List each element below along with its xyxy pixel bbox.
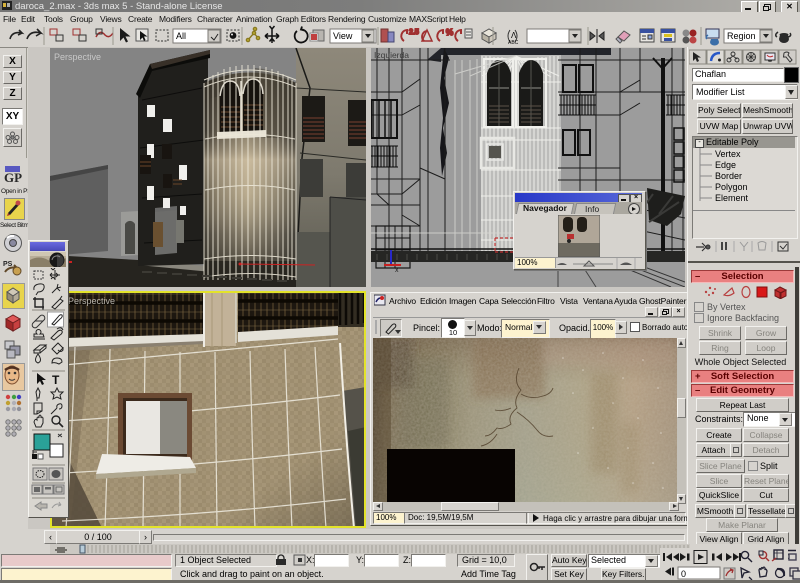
- svg-text:Border: Border: [715, 171, 742, 181]
- svg-text:2.5: 2.5: [409, 29, 419, 36]
- svg-text:0: 0: [681, 569, 686, 579]
- svg-text:ABC: ABC: [508, 40, 519, 46]
- svg-text:Element: Element: [715, 193, 749, 203]
- svg-text:Edge: Edge: [715, 160, 736, 170]
- svg-text:x: x: [395, 267, 399, 274]
- svg-text:View: View: [333, 31, 353, 41]
- svg-text:Izquierda: Izquierda: [374, 50, 409, 60]
- svg-text:GP: GP: [4, 170, 22, 184]
- svg-text:%: %: [446, 28, 453, 37]
- svg-text:Λ: Λ: [511, 31, 517, 40]
- svg-text:All: All: [176, 31, 186, 41]
- svg-text:T: T: [52, 373, 60, 387]
- svg-text:Region: Region: [727, 31, 756, 41]
- svg-text:Polygon: Polygon: [715, 182, 748, 192]
- svg-text:Vertex: Vertex: [715, 149, 741, 159]
- svg-text:Perspective: Perspective: [68, 296, 115, 306]
- svg-text:Perspective: Perspective: [54, 52, 101, 62]
